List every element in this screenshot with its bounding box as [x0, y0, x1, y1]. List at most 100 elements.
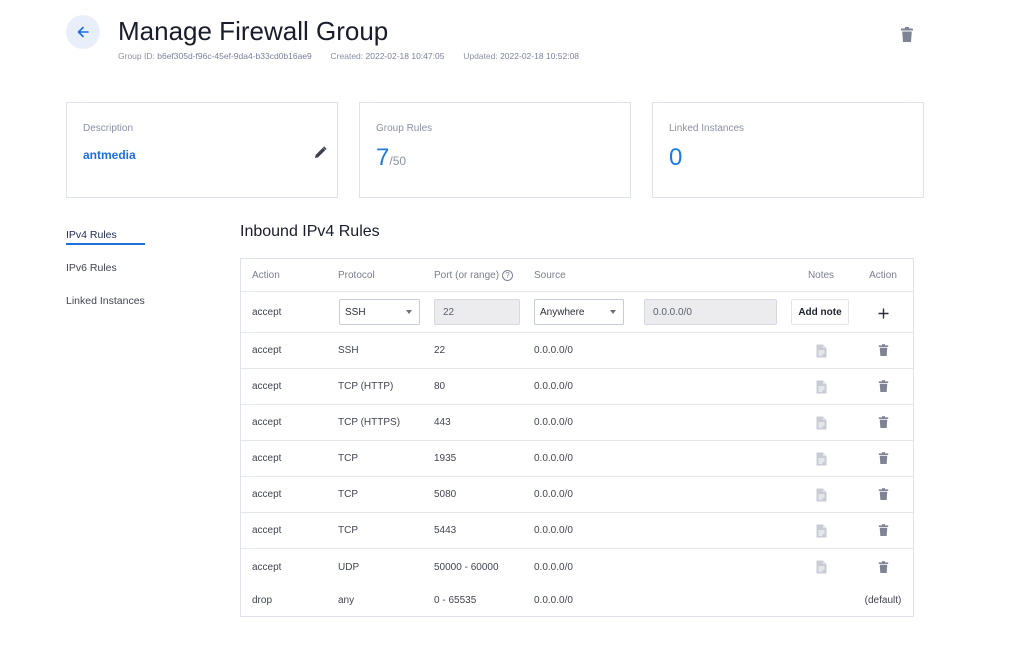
rule-protocol: TCP	[338, 489, 358, 500]
rule-action: accept	[252, 489, 282, 500]
created-date: 2022-02-18 10:47:05	[365, 51, 445, 61]
document-icon	[816, 524, 826, 537]
header-notes: Notes	[807, 269, 835, 281]
rule-protocol: TCP (HTTPS)	[338, 417, 401, 428]
trash-icon	[878, 488, 888, 500]
rule-action: accept	[252, 417, 282, 428]
nav-linked-instances[interactable]: Linked Instances	[66, 295, 145, 307]
group-rules-label: Group Rules	[376, 123, 433, 134]
rule-port: 1935	[434, 453, 457, 464]
header-action-2: Action	[869, 269, 897, 281]
source-ip-input[interactable]: 0.0.0.0/0	[644, 299, 777, 325]
port-input[interactable]: 22	[434, 299, 520, 325]
rule-port: 0 - 65535	[434, 595, 477, 606]
header-port: Port (or range)?	[434, 259, 514, 291]
linked-instances-card: Linked Instances 0	[652, 102, 924, 198]
document-icon	[816, 560, 826, 574]
created-label: Created:	[330, 51, 364, 61]
trash-icon	[878, 416, 888, 428]
header-source: Source	[534, 269, 566, 281]
document-icon	[816, 344, 826, 357]
header-protocol: Protocol	[338, 269, 375, 281]
source-ip-value: 0.0.0.0/0	[653, 306, 692, 318]
rule-action: drop	[252, 595, 273, 606]
note-button[interactable]	[789, 369, 853, 404]
header-action: Action	[252, 269, 280, 281]
table-row: accept TCP 1935 0.0.0.0/0	[241, 441, 913, 477]
rule-port: 50000 - 60000	[434, 561, 499, 573]
delete-group-button[interactable]	[900, 27, 914, 48]
table-row: accept TCP (HTTP) 80 0.0.0.0/0	[241, 369, 913, 405]
back-button[interactable]	[66, 15, 100, 49]
rule-source: 0.0.0.0/0	[534, 595, 573, 606]
note-button[interactable]	[789, 513, 853, 548]
help-circle-icon[interactable]: ?	[502, 269, 514, 281]
trash-icon	[901, 27, 913, 42]
document-icon	[816, 380, 826, 393]
nav-ipv6-rules[interactable]: IPv6 Rules	[66, 262, 145, 274]
description-value[interactable]: antmedia	[83, 148, 136, 162]
rule-port: 5080	[434, 489, 457, 500]
arrow-left-icon	[77, 26, 89, 38]
document-icon	[816, 416, 826, 429]
group-rules-count: 7/50	[376, 144, 407, 171]
group-rules-max: /50	[389, 154, 407, 168]
group-meta: Group ID: b6ef305d-f96c-45ef-9da4-b33cd0…	[118, 51, 579, 61]
new-rule-row: accept SSH 22 Anywhere 0.0.0.0/0 Add not…	[241, 292, 913, 333]
delete-rule-button[interactable]	[853, 441, 913, 476]
delete-rule-button[interactable]	[853, 405, 913, 440]
note-button[interactable]	[789, 549, 853, 585]
rules-table: Action Protocol Port (or range)? Source …	[240, 258, 914, 617]
rule-source: 0.0.0.0/0	[534, 561, 573, 573]
note-button[interactable]	[789, 441, 853, 476]
note-button[interactable]	[789, 405, 853, 440]
rule-protocol: TCP	[338, 453, 358, 464]
source-select[interactable]: Anywhere	[534, 299, 624, 325]
table-row: accept TCP 5443 0.0.0.0/0	[241, 513, 913, 549]
group-id-label: Group ID:	[118, 51, 155, 61]
add-note-button[interactable]: Add note	[791, 299, 849, 325]
rule-source: 0.0.0.0/0	[534, 345, 573, 356]
rule-protocol: TCP (HTTP)	[338, 381, 394, 392]
rule-protocol: any	[338, 595, 355, 606]
delete-rule-button[interactable]	[853, 549, 913, 585]
nav-ipv4-rules[interactable]: IPv4 Rules	[66, 229, 145, 245]
pencil-icon	[315, 146, 327, 158]
table-row: accept UDP 50000 - 60000 0.0.0.0/0	[241, 549, 913, 585]
rule-action: accept	[252, 525, 282, 536]
note-button[interactable]	[789, 333, 853, 368]
add-rule-button[interactable]	[871, 303, 895, 323]
rule-port: 443	[434, 417, 451, 428]
trash-icon	[878, 380, 888, 392]
table-row: accept SSH 22 0.0.0.0/0	[241, 333, 913, 369]
delete-rule-button[interactable]	[853, 513, 913, 548]
note-button[interactable]	[789, 477, 853, 512]
delete-rule-button[interactable]	[853, 369, 913, 404]
group-rules-card: Group Rules 7/50	[359, 102, 631, 198]
group-id: b6ef305d-f96c-45ef-9da4-b33cd0b16ae9	[157, 51, 312, 61]
rule-protocol: SSH	[338, 345, 359, 356]
default-rule-row: drop any 0 - 65535 0.0.0.0/0 (default)	[241, 585, 913, 616]
port-input-value: 22	[443, 306, 455, 318]
edit-description-button[interactable]	[314, 146, 327, 164]
new-rule-action: accept	[252, 306, 282, 318]
protocol-select[interactable]: SSH	[339, 299, 420, 325]
document-icon	[816, 488, 826, 501]
section-title: Inbound IPv4 Rules	[240, 223, 380, 240]
rule-protocol: UDP	[338, 561, 360, 573]
delete-rule-button[interactable]	[853, 477, 913, 512]
rule-action: accept	[252, 381, 282, 392]
trash-icon	[878, 452, 888, 464]
page-title: Manage Firewall Group	[118, 16, 389, 46]
rule-port: 22	[434, 345, 446, 356]
rule-source: 0.0.0.0/0	[534, 453, 573, 464]
source-select-value: Anywhere	[540, 306, 585, 318]
delete-rule-button[interactable]	[853, 333, 913, 368]
linked-instances-label: Linked Instances	[669, 123, 745, 134]
rule-action: accept	[252, 453, 282, 464]
table-row: accept TCP (HTTPS) 443 0.0.0.0/0	[241, 405, 913, 441]
description-label: Description	[83, 123, 134, 134]
rule-source: 0.0.0.0/0	[534, 525, 573, 536]
rule-port: 80	[434, 381, 446, 392]
table-header: Action Protocol Port (or range)? Source …	[241, 259, 913, 292]
